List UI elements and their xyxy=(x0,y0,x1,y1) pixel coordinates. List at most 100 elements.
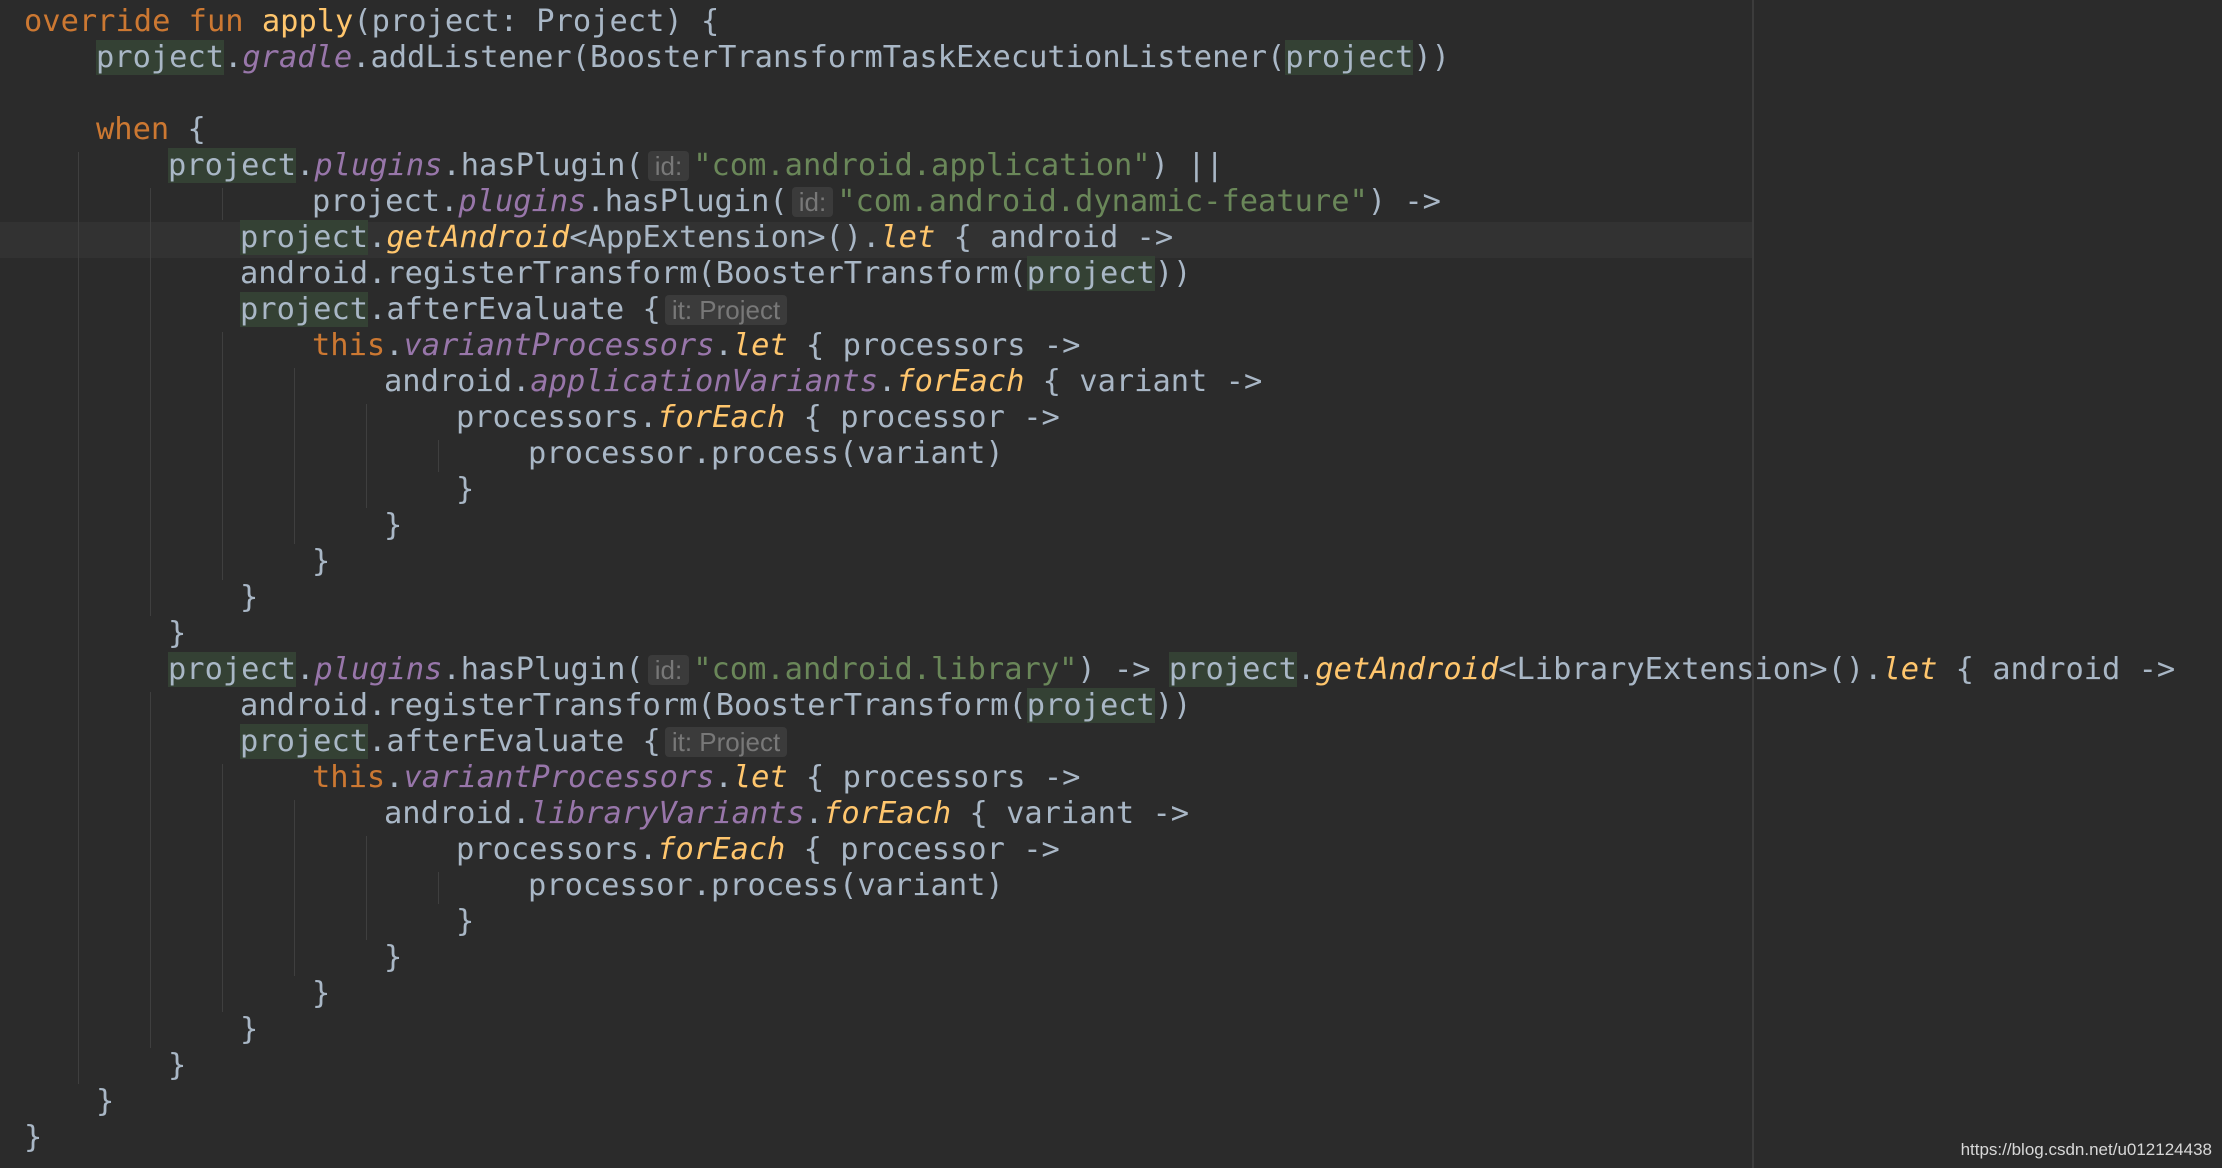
code-line[interactable]: processor.process(variant) xyxy=(528,868,1004,904)
code-token: } xyxy=(96,1084,115,1119)
code-line[interactable]: } xyxy=(384,508,402,544)
code-line[interactable]: } xyxy=(168,616,186,652)
indent-guide xyxy=(222,764,223,1012)
parameter-hint: it: Project xyxy=(664,727,788,757)
code-token: } xyxy=(24,1120,43,1155)
code-line[interactable]: } xyxy=(312,976,330,1012)
indent-guide xyxy=(294,800,295,976)
code-token: ) -> xyxy=(1367,184,1441,219)
code-line[interactable]: } xyxy=(240,580,258,616)
code-token: } xyxy=(240,580,259,615)
code-line[interactable]: } xyxy=(168,1048,186,1084)
code-token: ) || xyxy=(1150,148,1224,183)
code-line[interactable]: project.plugins.hasPlugin(id: "com.androi… xyxy=(168,148,1224,184)
code-token: gradle xyxy=(242,40,353,75)
parameter-hint: id: xyxy=(791,187,834,217)
code-token: android. xyxy=(384,364,531,399)
indent-guide xyxy=(438,872,439,904)
code-token: project xyxy=(1168,652,1297,687)
code-token: project xyxy=(168,652,297,687)
parameter-hint: it: Project xyxy=(664,295,788,325)
code-line[interactable]: processors.forEach { processor -> xyxy=(456,400,1060,436)
code-token: this xyxy=(312,328,386,363)
code-token: processor.process(variant) xyxy=(528,868,1004,903)
code-token: forEach xyxy=(896,364,1025,399)
code-line[interactable]: project.afterEvaluate {it: Project xyxy=(240,292,791,328)
code-token: { processors -> xyxy=(787,760,1081,795)
code-token: . xyxy=(878,364,897,399)
code-token: project xyxy=(240,220,369,255)
code-token: applicationVariants xyxy=(530,364,879,399)
code-token: forEach xyxy=(657,832,786,867)
code-token: } xyxy=(456,472,475,507)
code-token: let xyxy=(880,220,936,255)
code-line[interactable]: } xyxy=(312,544,330,580)
code-token: .hasPlugin( xyxy=(442,652,644,687)
code-token: when xyxy=(96,112,170,147)
code-line[interactable]: project.afterEvaluate {it: Project xyxy=(240,724,791,760)
code-line[interactable]: } xyxy=(456,472,474,508)
code-token: . xyxy=(385,760,404,795)
code-token: project xyxy=(168,148,297,183)
code-line[interactable]: android.applicationVariants.forEach { va… xyxy=(384,364,1262,400)
code-line[interactable]: project.plugins.hasPlugin(id: "com.androi… xyxy=(168,652,2175,688)
code-token: this xyxy=(312,760,386,795)
code-line[interactable]: this.variantProcessors.let { processors … xyxy=(312,760,1080,796)
code-token: . xyxy=(1296,652,1316,687)
code-token: <LibraryExtension>(). xyxy=(1498,652,1883,687)
code-token: { variant -> xyxy=(951,796,1190,831)
code-token: . xyxy=(224,40,243,75)
code-token: let xyxy=(732,760,788,795)
code-token: android.registerTransform(BoosterTransfo… xyxy=(240,688,1027,723)
code-token: project xyxy=(1285,40,1414,75)
code-editor[interactable]: override fun apply(project: Project) {pr… xyxy=(0,0,2222,1168)
code-line[interactable]: project.getAndroid<AppExtension>().let {… xyxy=(240,220,1173,256)
code-line[interactable]: override fun apply(project: Project) { xyxy=(24,4,719,40)
code-token: variantProcessors xyxy=(403,328,715,363)
right-margin-guide xyxy=(1752,0,1754,1168)
code-token: . xyxy=(804,796,824,831)
code-line[interactable]: } xyxy=(240,1012,258,1048)
code-token: override fun xyxy=(24,4,262,39)
code-line[interactable]: android.registerTransform(BoosterTransfo… xyxy=(240,688,1191,724)
code-line[interactable]: project.gradle.addListener(BoosterTransf… xyxy=(96,40,1450,76)
code-token: .addListener(BoosterTransformTaskExecuti… xyxy=(352,40,1286,75)
code-token: .afterEvaluate { xyxy=(368,724,661,759)
code-token: } xyxy=(384,940,403,975)
code-token: } xyxy=(168,616,187,651)
code-token: project xyxy=(96,40,225,75)
code-line[interactable]: } xyxy=(96,1084,114,1120)
code-token: { android -> xyxy=(1937,652,2176,687)
indent-guide xyxy=(366,836,367,940)
parameter-hint: id: xyxy=(647,151,690,181)
code-token: )) xyxy=(1154,688,1192,723)
indent-guide xyxy=(366,404,367,508)
code-token: variantProcessors xyxy=(403,760,715,795)
code-token: .hasPlugin( xyxy=(442,148,644,183)
code-token: { processor -> xyxy=(785,832,1060,867)
code-token: { processors -> xyxy=(787,328,1081,363)
code-token: plugins xyxy=(314,148,443,183)
code-line[interactable]: this.variantProcessors.let { processors … xyxy=(312,328,1080,364)
code-token: getAndroid xyxy=(386,220,570,255)
code-token: .hasPlugin( xyxy=(586,184,788,219)
code-token: . xyxy=(296,148,315,183)
code-line[interactable]: processors.forEach { processor -> xyxy=(456,832,1060,868)
code-line[interactable]: } xyxy=(384,940,402,976)
indent-guide xyxy=(150,188,151,616)
watermark: https://blog.csdn.net/u012124438 xyxy=(1960,1140,2212,1159)
code-token: . xyxy=(368,220,387,255)
code-line[interactable]: } xyxy=(456,904,474,940)
code-line[interactable]: } xyxy=(24,1120,42,1156)
code-token: (project: Project) { xyxy=(353,4,720,39)
code-token: android. xyxy=(384,796,531,831)
code-line[interactable]: android.registerTransform(BoosterTransfo… xyxy=(240,256,1191,292)
code-token: )) xyxy=(1154,256,1192,291)
code-token: "com.android.library" xyxy=(693,652,1078,687)
code-line[interactable]: when { xyxy=(96,112,206,148)
code-token: let xyxy=(732,328,788,363)
code-line[interactable]: processor.process(variant) xyxy=(528,436,1004,472)
code-line[interactable]: android.libraryVariants.forEach { varian… xyxy=(384,796,1189,832)
code-token: project xyxy=(240,292,369,327)
code-line[interactable]: project.plugins.hasPlugin(id: "com.androi… xyxy=(312,184,1441,220)
